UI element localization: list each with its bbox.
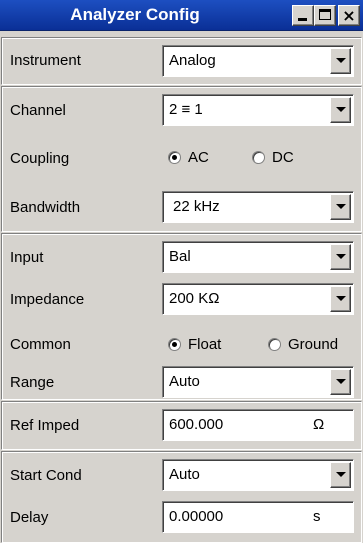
instrument-select[interactable]: Analog [162,45,354,77]
impedance-value: 200 KΩ [169,290,220,307]
ref-imped-input[interactable]: 600.000 Ω [162,409,354,441]
impedance-label: Impedance [10,291,85,308]
ref-imped-label: Ref Imped [10,417,80,434]
start-cond-group: Start Cond Auto Delay 0.00000 s [1,451,362,543]
coupling-label: Coupling [10,150,70,167]
minimize-button[interactable] [292,5,314,26]
delay-value: 0.00000 [169,508,224,525]
input-group: Input Bal Impedance 200 KΩ Common Float … [1,233,362,400]
chevron-down-icon [336,58,346,63]
chevron-down-icon [336,254,346,259]
analyzer-config-window: Analyzer Config × Instrument Analog Chan… [0,0,363,543]
title-bar[interactable]: Analyzer Config × [0,0,363,31]
bandwidth-value: 22 kHz [173,198,220,215]
delay-label: Delay [10,509,49,526]
chevron-down-icon [336,107,346,112]
coupling-dc-radio[interactable]: DC [252,149,322,169]
input-dropdown-button[interactable] [330,244,351,270]
chevron-down-icon [336,472,346,477]
channel-value: 2 ≡ 1 [169,101,203,118]
close-icon: × [342,6,356,25]
chevron-down-icon [336,379,346,384]
coupling-dc-label: DC [272,149,294,166]
instrument-label: Instrument [10,52,81,69]
range-label: Range [10,374,55,391]
range-select[interactable]: Auto [162,366,354,398]
chevron-down-icon [336,204,346,209]
common-float-radio[interactable]: Float [168,336,248,356]
radio-unselected-icon [268,338,281,351]
chevron-down-icon [336,296,346,301]
maximize-icon [319,9,331,20]
start-cond-label: Start Cond [10,467,82,484]
instrument-value: Analog [169,52,216,69]
radio-selected-icon [168,151,181,164]
radio-selected-icon [168,338,181,351]
instrument-dropdown-button[interactable] [330,48,351,74]
ref-imped-unit: Ω [313,416,325,433]
start-cond-select[interactable]: Auto [162,459,354,491]
bandwidth-label: Bandwidth [10,199,81,216]
minimize-icon [298,18,307,21]
input-label: Input [10,249,44,266]
coupling-ac-label: AC [188,149,209,166]
bandwidth-select[interactable]: 22 kHz [162,191,354,223]
common-ground-radio[interactable]: Ground [268,336,358,356]
delay-input[interactable]: 0.00000 s [162,501,354,533]
common-float-label: Float [188,336,222,353]
input-select[interactable]: Bal [162,241,354,273]
ref-imped-group: Ref Imped 600.000 Ω [1,401,362,450]
start-cond-dropdown-button[interactable] [330,462,351,488]
ref-imped-value: 600.000 [169,416,224,433]
range-dropdown-button[interactable] [330,369,351,395]
maximize-button[interactable] [314,5,336,26]
input-value: Bal [169,248,191,265]
radio-unselected-icon [252,151,265,164]
channel-select[interactable]: 2 ≡ 1 [162,94,354,126]
channel-dropdown-button[interactable] [330,97,351,123]
channel-group: Channel 2 ≡ 1 Coupling AC DC Bandwidth 2… [1,86,362,232]
bandwidth-dropdown-button[interactable] [330,194,351,220]
close-button[interactable]: × [338,5,360,26]
instrument-group: Instrument Analog [1,37,362,85]
range-value: Auto [169,373,200,390]
coupling-ac-radio[interactable]: AC [168,149,238,169]
delay-unit: s [313,508,321,525]
common-ground-label: Ground [288,336,339,353]
impedance-dropdown-button[interactable] [330,286,351,312]
common-label: Common [10,336,71,353]
window-title: Analyzer Config [70,5,200,24]
channel-label: Channel [10,102,66,119]
impedance-select[interactable]: 200 KΩ [162,283,354,315]
start-cond-value: Auto [169,466,200,483]
